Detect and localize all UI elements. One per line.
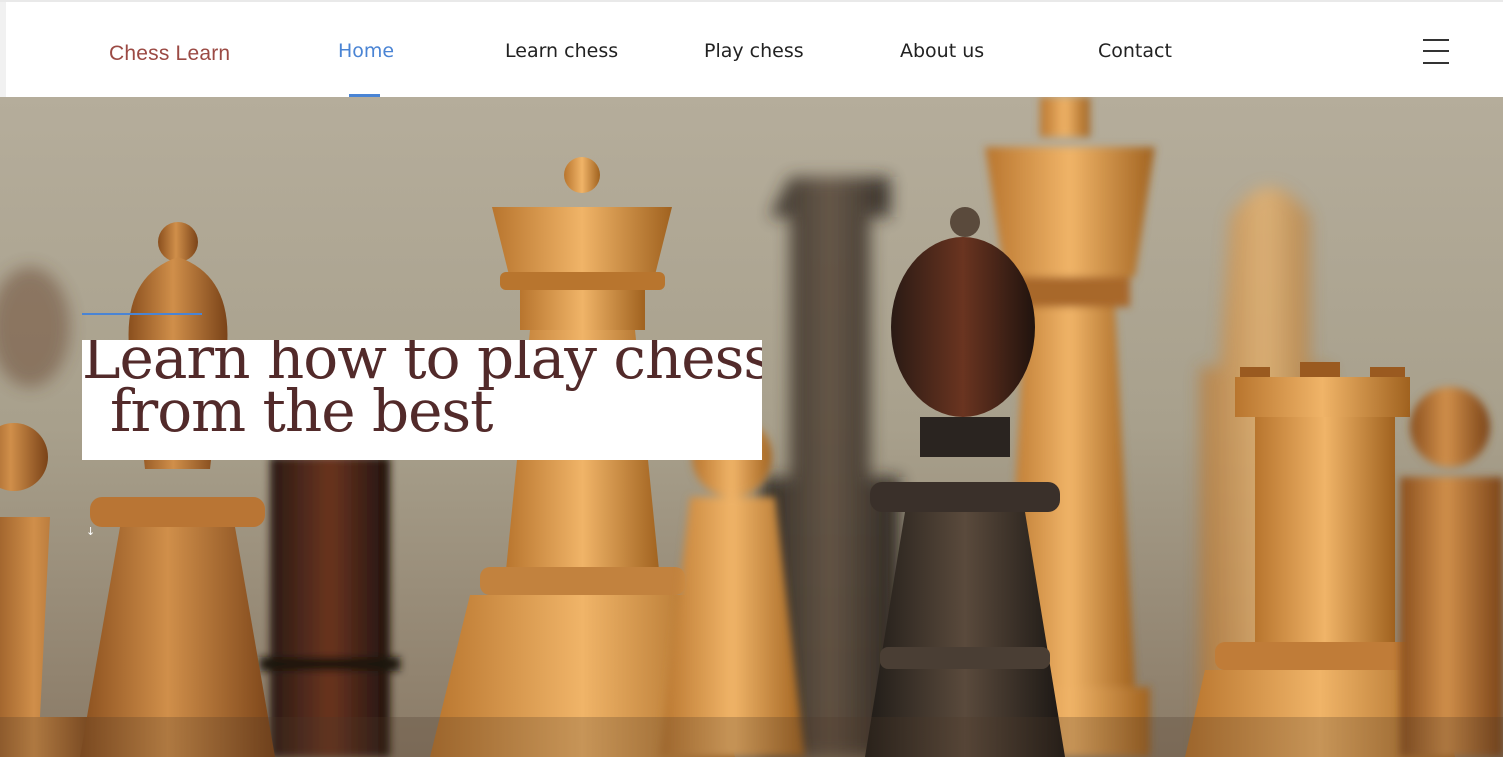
hero-headline: Learn how to play chess from the best [82, 340, 762, 445]
headline-line-2: from the best [110, 377, 494, 445]
site-header: Chess Learn Home Learn chess Play chess … [0, 0, 1503, 97]
hero-section: Learn how to play chess from the best ↓ [0, 97, 1503, 757]
nav-learn-chess[interactable]: Learn chess [505, 40, 618, 62]
nav-contact[interactable]: Contact [1098, 40, 1172, 62]
hamburger-menu-icon[interactable] [1423, 39, 1449, 65]
brand-logo[interactable]: Chess Learn [109, 42, 230, 66]
nav-home[interactable]: Home [338, 40, 394, 62]
arrow-down-icon[interactable]: ↓ [86, 525, 95, 538]
hero-accent-line [82, 313, 202, 315]
hero-headline-box: Learn how to play chess from the best [82, 340, 762, 460]
nav-about-us[interactable]: About us [900, 40, 984, 62]
header-edge [0, 2, 6, 97]
nav-play-chess[interactable]: Play chess [704, 40, 804, 62]
